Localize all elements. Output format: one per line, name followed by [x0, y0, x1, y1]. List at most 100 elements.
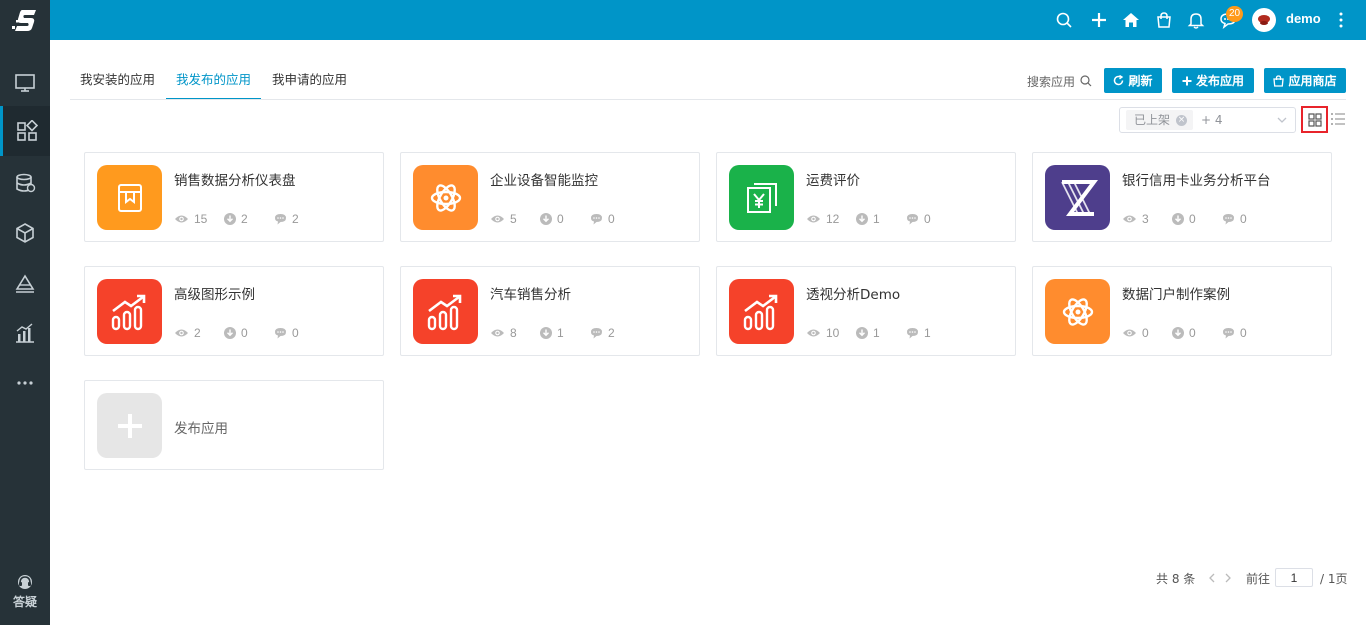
avatar[interactable]: [1252, 8, 1276, 32]
downloads-count: 0: [1189, 212, 1196, 226]
comments-count: 2: [608, 326, 615, 340]
publish-label: 发布应用: [1195, 74, 1244, 88]
comments-stat: 2: [274, 212, 324, 226]
app-card[interactable]: 透视分析Demo 10 1 1: [716, 266, 1016, 356]
app-store-button[interactable]: 应用商店: [1264, 68, 1346, 93]
top-add-button[interactable]: [1088, 9, 1110, 31]
top-store-button[interactable]: [1153, 9, 1175, 31]
app-card[interactable]: 销售数据分析仪表盘 15 2 2: [84, 152, 384, 242]
headset-icon: [18, 574, 32, 589]
sidebar-item-chart[interactable]: [0, 308, 50, 358]
sidebar-item-cube[interactable]: [0, 208, 50, 258]
chart-icon: [16, 323, 34, 343]
tab-applied[interactable]: 我申请的应用: [262, 62, 357, 100]
views-icon: [175, 329, 188, 337]
views-stat: 10: [806, 326, 856, 340]
downloads-count: 1: [873, 212, 880, 226]
z-logo-icon: [1058, 178, 1098, 218]
logo[interactable]: [0, 0, 50, 40]
goto-label: 前往: [1246, 571, 1271, 586]
app-card[interactable]: 银行信用卡业务分析平台 3 0 0: [1032, 152, 1332, 242]
atom-icon: [1059, 293, 1097, 331]
downloads-stat: 1: [540, 326, 590, 340]
tab-published[interactable]: 我发布的应用: [166, 62, 262, 100]
app-card[interactable]: 数据门户制作案例 0 0 0: [1032, 266, 1332, 356]
views-icon: [491, 329, 504, 337]
sidebar-item-layers[interactable]: [0, 258, 50, 308]
app-title: 银行信用卡业务分析平台: [1122, 173, 1271, 189]
app-card[interactable]: 企业设备智能监控 5 0 0: [400, 152, 700, 242]
comment-icon: [591, 214, 602, 225]
views-stat: 8: [490, 326, 540, 340]
top-home-button[interactable]: [1120, 9, 1142, 31]
book-icon: [113, 181, 147, 215]
app-stats: 8 1 2: [490, 326, 640, 340]
app-card[interactable]: 高级图形示例 2 0 0: [84, 266, 384, 356]
username[interactable]: demo: [1286, 11, 1321, 26]
views-stat: 2: [174, 326, 224, 340]
store-label: 应用商店: [1288, 74, 1337, 88]
views-count: 0: [1142, 326, 1149, 340]
app-stats: 3 0 0: [1122, 212, 1272, 226]
top-search-button[interactable]: [1053, 9, 1075, 31]
views-stat: 0: [1122, 326, 1172, 340]
comments-stat: 0: [590, 212, 640, 226]
download-icon: [540, 327, 552, 339]
tag-close-icon[interactable]: ×: [1176, 114, 1188, 126]
cube-icon: [16, 223, 34, 243]
comments-count: 1: [924, 326, 931, 340]
list-icon: [1331, 113, 1345, 125]
views-count: 3: [1142, 212, 1149, 226]
downloads-count: 0: [241, 326, 248, 340]
publish-app-button[interactable]: 发布应用: [1172, 68, 1254, 93]
views-icon: [1123, 215, 1136, 223]
app-stats: 12 1 0: [806, 212, 956, 226]
downloads-stat: 1: [856, 212, 906, 226]
app-title: 高级图形示例: [174, 287, 255, 303]
bag-icon: [1157, 12, 1171, 28]
sidebar: 答疑: [0, 0, 50, 625]
app-card[interactable]: 运费评价 12 1 0: [716, 152, 1016, 242]
sidebar-item-apps[interactable]: [0, 106, 50, 156]
comments-count: 0: [924, 212, 931, 226]
grid-icon: [1307, 112, 1322, 127]
chevron-left-icon: [1209, 573, 1215, 583]
sidebar-item-more[interactable]: [0, 358, 50, 408]
plus-icon: [117, 413, 142, 438]
page-number-input[interactable]: [1275, 568, 1313, 587]
help-label: 答疑: [12, 594, 37, 609]
top-notify-button[interactable]: [1185, 9, 1207, 31]
tab-installed[interactable]: 我安装的应用: [70, 62, 165, 100]
home-icon: [1123, 13, 1139, 27]
app-icon-tile: [729, 279, 794, 344]
app-icon-tile: [413, 279, 478, 344]
top-more-button[interactable]: [1334, 10, 1348, 30]
app-title: 数据门户制作案例: [1122, 287, 1230, 303]
help-button[interactable]: 答疑: [0, 568, 50, 614]
comment-icon: [907, 214, 918, 225]
app-card[interactable]: 汽车销售分析 8 1 2: [400, 266, 700, 356]
search-apps[interactable]: 搜索应用: [1027, 72, 1092, 90]
status-filter-select[interactable]: 已上架 × + 4: [1119, 107, 1296, 133]
downloads-stat: 0: [1172, 212, 1222, 226]
add-app-card[interactable]: 发布应用: [84, 380, 384, 470]
prev-page-button[interactable]: [1208, 568, 1216, 588]
add-app-icon-tile: [97, 393, 162, 458]
views-count: 8: [510, 326, 517, 340]
views-count: 5: [510, 212, 517, 226]
comments-stat: 0: [906, 212, 956, 226]
sidebar-item-database[interactable]: [0, 158, 50, 208]
app-icon-tile: [1045, 279, 1110, 344]
yuan-icon: [744, 180, 780, 216]
next-page-button[interactable]: [1224, 568, 1232, 588]
refresh-icon: [1114, 75, 1124, 86]
grid-view-button[interactable]: [1301, 106, 1328, 133]
list-view-button[interactable]: [1330, 111, 1346, 127]
growth-chart-icon: [741, 293, 783, 331]
refresh-button[interactable]: 刷新: [1104, 68, 1162, 93]
sidebar-item-monitor[interactable]: [0, 58, 50, 108]
views-stat: 3: [1122, 212, 1172, 226]
downloads-stat: 0: [1172, 326, 1222, 340]
views-icon: [807, 329, 820, 337]
tab-divider: [70, 99, 1346, 100]
